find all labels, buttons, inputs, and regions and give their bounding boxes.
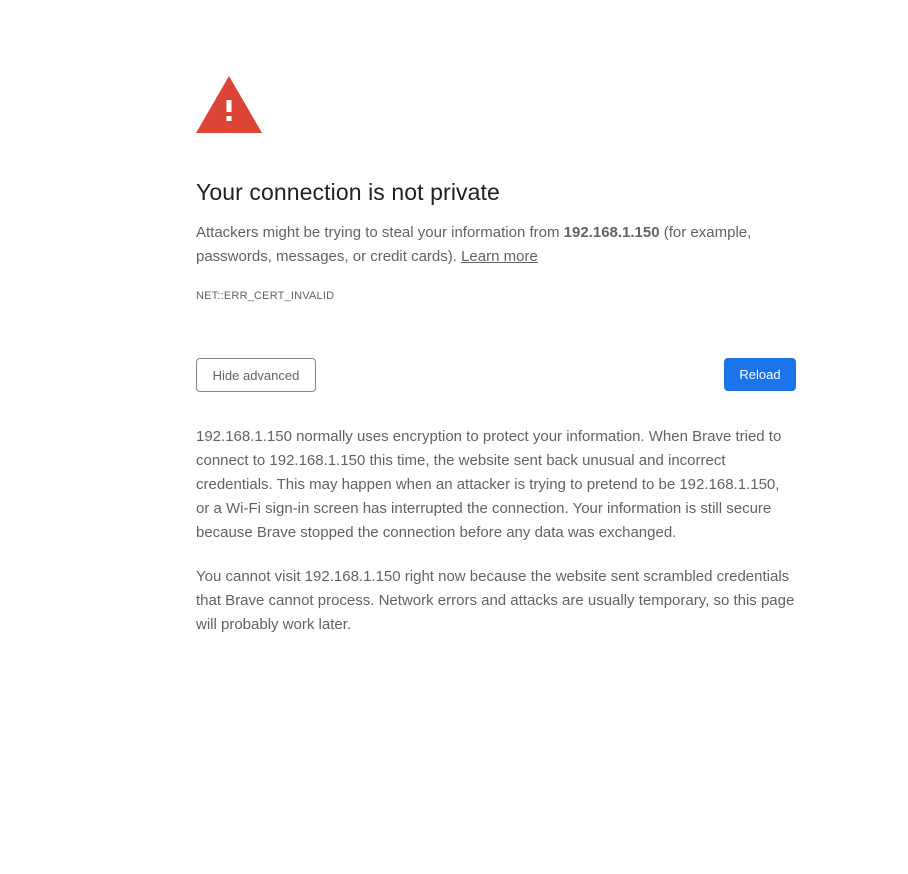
warning-triangle-icon: [196, 76, 262, 133]
error-code: NET::ERR_CERT_INVALID: [196, 290, 335, 302]
details-paragraph-2: You cannot visit 192.168.1.150 right now…: [196, 568, 795, 633]
details-paragraph-1: 192.168.1.150 normally uses encryption t…: [196, 428, 782, 541]
interstitial-container: Your connection is not private Attackers…: [196, 76, 796, 657]
hide-advanced-button[interactable]: Hide advanced: [196, 358, 316, 392]
intro-before-host: Attackers might be trying to steal your …: [196, 224, 564, 241]
advanced-details: 192.168.1.150 normally uses encryption t…: [196, 425, 796, 637]
reload-button[interactable]: Reload: [724, 358, 796, 391]
page-title: Your connection is not private: [196, 179, 500, 205]
learn-more-link[interactable]: Learn more: [461, 248, 538, 265]
intro-text: Attackers might be trying to steal your …: [196, 221, 796, 269]
intro-host: 192.168.1.150: [563, 224, 660, 241]
button-row: Hide advanced Reload: [196, 358, 796, 392]
